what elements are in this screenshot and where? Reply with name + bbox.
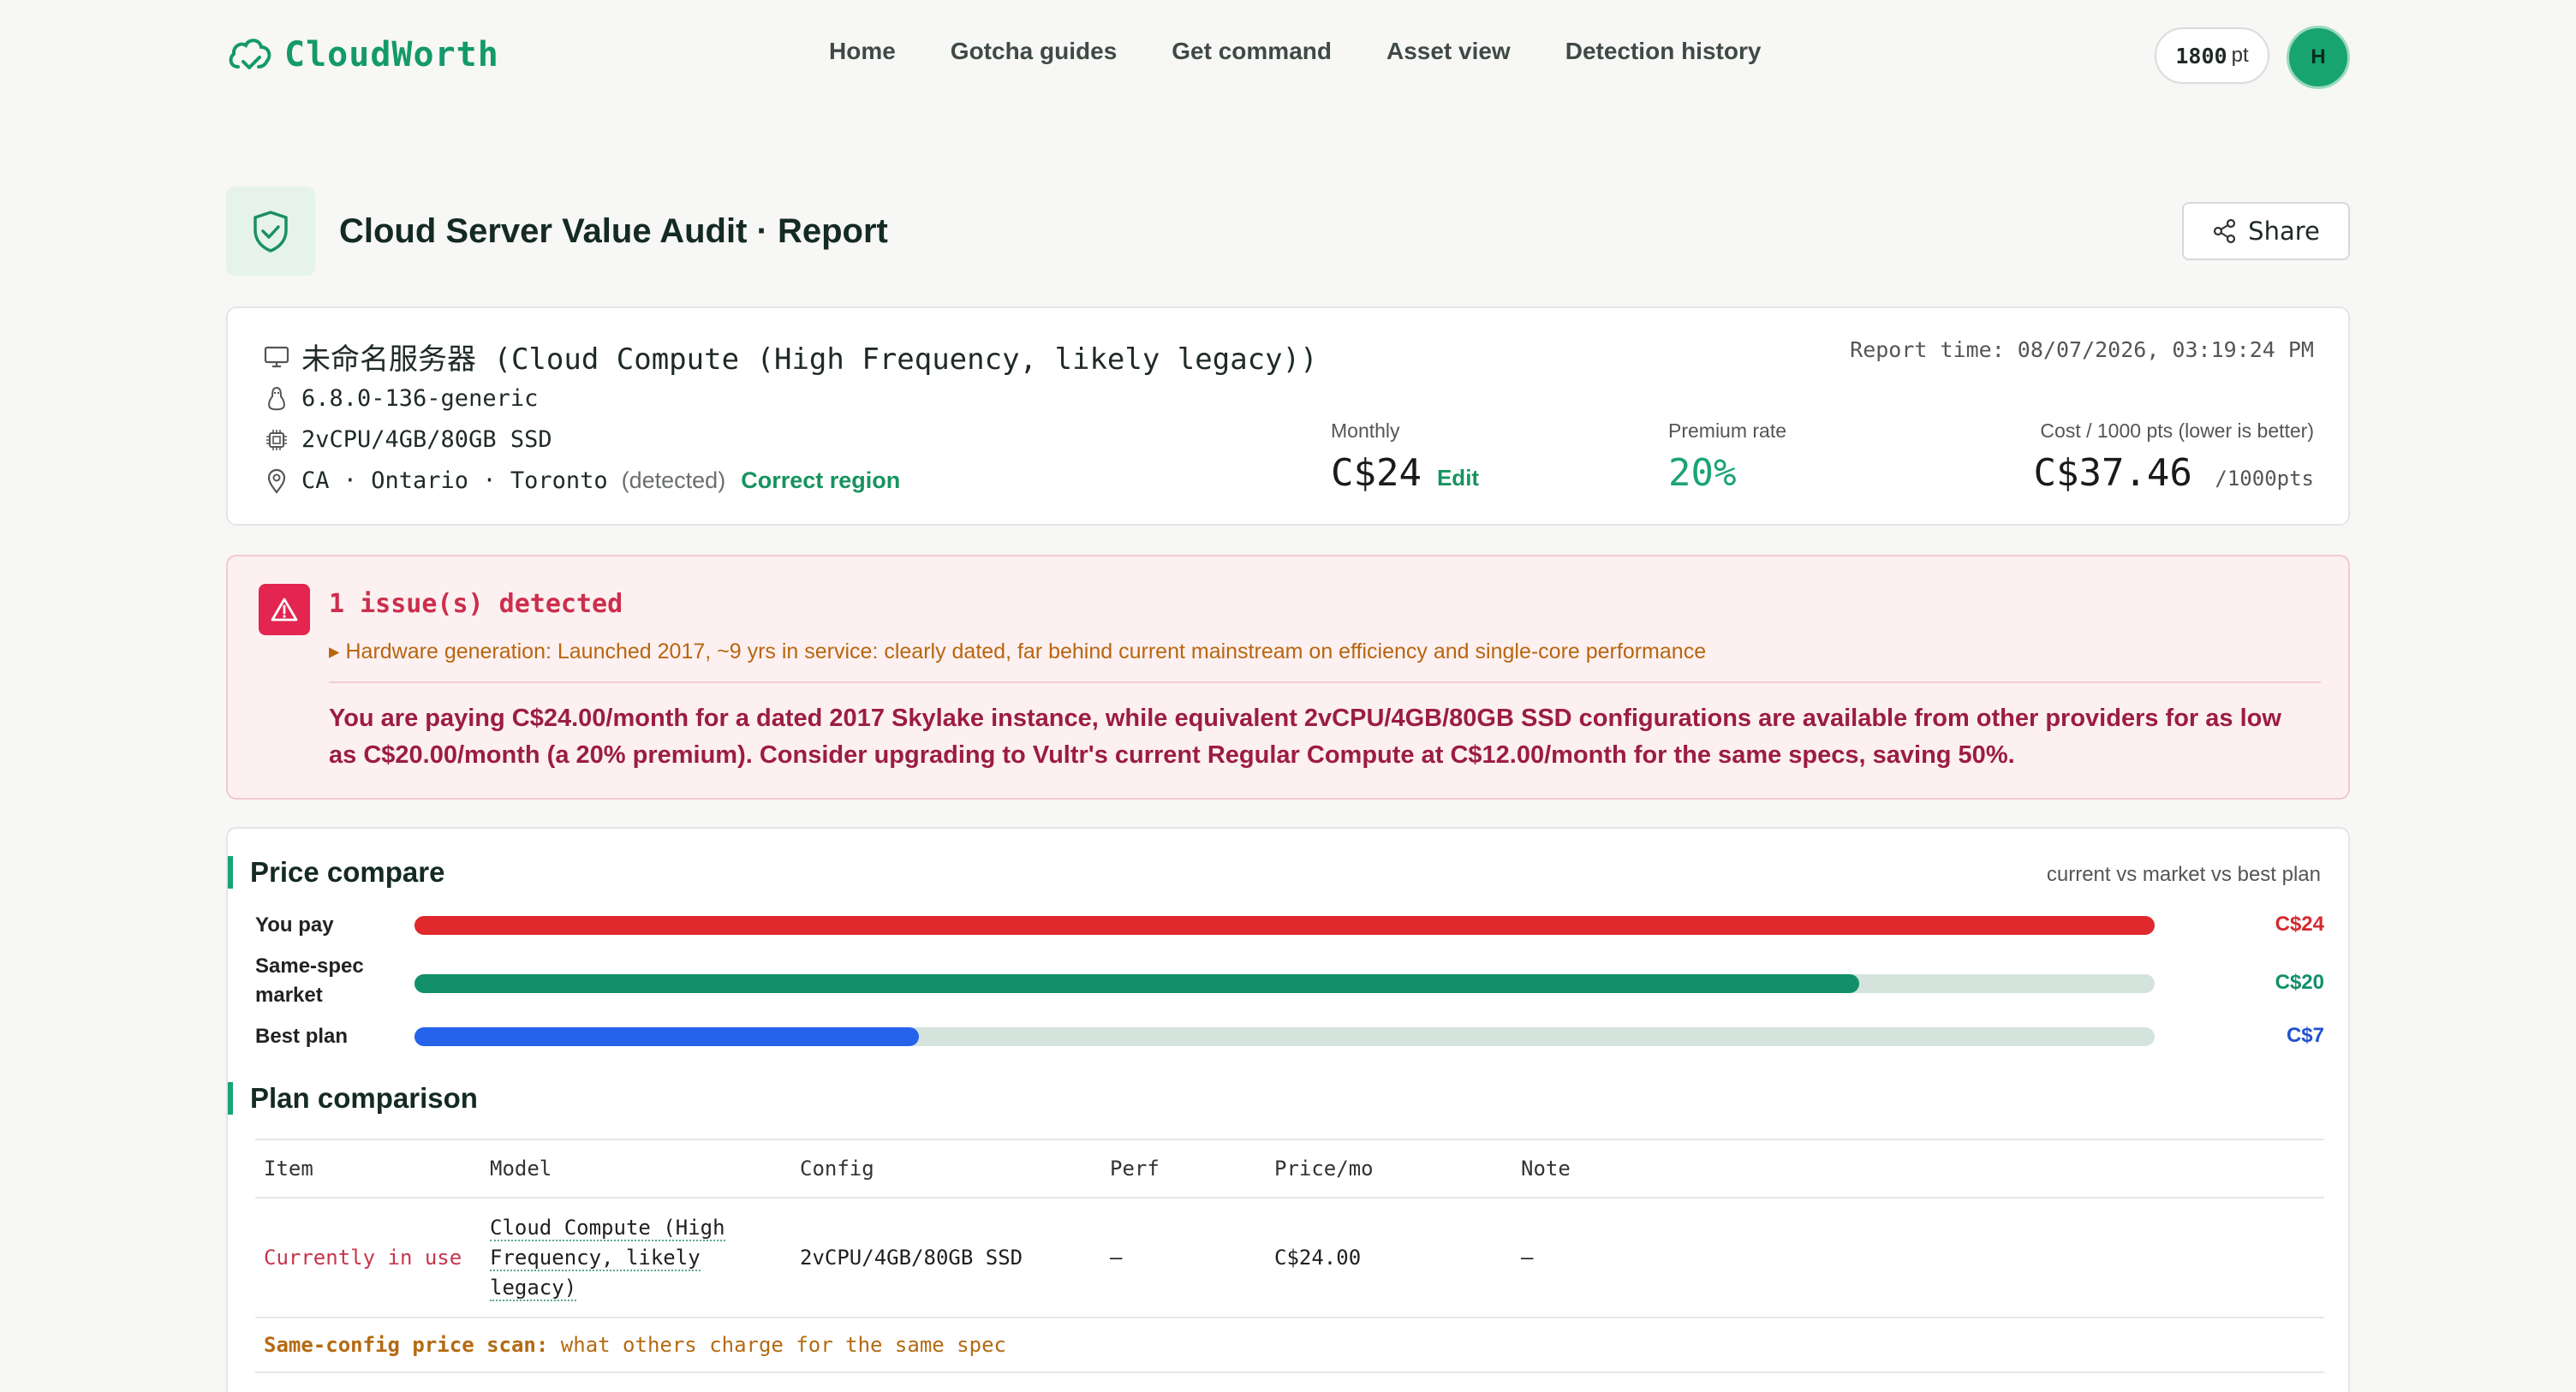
- scan-label: Same-config price scan:: [264, 1333, 549, 1357]
- col-perf: Perf: [1101, 1139, 1266, 1199]
- avatar[interactable]: H: [2287, 26, 2350, 89]
- linux-icon: [262, 386, 291, 412]
- monthly-metric: Monthly C$24 Edit: [1331, 419, 1479, 495]
- monthly-value: C$24: [1331, 451, 1422, 495]
- issues-alert: 1 issue(s) detected ▸ Hardware generatio…: [226, 555, 2350, 800]
- alert-divider: [329, 681, 2321, 683]
- region-detected-note: (detected): [621, 467, 726, 493]
- nav-get-command[interactable]: Get command: [1172, 38, 1332, 65]
- model-link[interactable]: Cloud Compute (High Frequency, likely le…: [490, 1215, 725, 1301]
- points-unit: pt: [2231, 44, 2249, 67]
- plan-comparison-title: Plan comparison: [228, 1082, 478, 1115]
- bar-fill: [414, 1027, 920, 1046]
- bar-label: You pay: [255, 913, 334, 937]
- premium-label: Premium rate: [1668, 419, 1787, 442]
- bar-value: C$7: [2286, 1024, 2324, 1047]
- nav-gotcha-guides[interactable]: Gotcha guides: [951, 38, 1117, 65]
- table-row-scan: Same-config price scan: what others char…: [255, 1318, 2324, 1373]
- scan-text: what others charge for the same spec: [560, 1333, 1006, 1357]
- bar-track: [414, 1027, 2155, 1046]
- comparison-card: Price compare current vs market vs best …: [226, 827, 2350, 1392]
- nav-asset-view[interactable]: Asset view: [1386, 38, 1511, 65]
- brand-name: CloudWorth: [284, 35, 499, 74]
- alert-title: 1 issue(s) detected: [329, 589, 623, 619]
- shield-check-icon: [253, 211, 288, 253]
- cell-perf: —: [1101, 1198, 1266, 1318]
- bar-row-market: Same-spec market C$20: [255, 952, 2324, 1020]
- kernel-version: 6.8.0-136-generic: [301, 385, 539, 412]
- main-nav: Home Gotcha guides Get command Asset vie…: [829, 38, 1816, 65]
- title-badge: [226, 187, 315, 276]
- nav-detection-history[interactable]: Detection history: [1565, 38, 1762, 65]
- correct-region-link[interactable]: Correct region: [741, 467, 900, 494]
- share-icon: [2214, 218, 2236, 244]
- cell-note: —: [1512, 1198, 2324, 1318]
- edit-price-link[interactable]: Edit: [1437, 465, 1479, 491]
- points-badge[interactable]: 1800 pt: [2155, 27, 2269, 84]
- cost-unit: /1000pts: [2215, 467, 2314, 491]
- cost-label: Cost / 1000 pts (lower is better): [2040, 419, 2314, 442]
- bar-track: [414, 974, 2155, 993]
- alert-summary: You are paying C$24.00/month for a dated…: [329, 705, 2281, 769]
- bar-row-best-plan: Best plan C$7: [255, 1022, 2324, 1056]
- premium-value: 20%: [1668, 451, 1737, 495]
- price-compare-note: current vs market vs best plan: [2046, 863, 2321, 886]
- col-price: Price/mo: [1266, 1139, 1512, 1199]
- bar-value: C$20: [2275, 971, 2324, 994]
- bar-value: C$24: [2275, 913, 2324, 936]
- cost-value: C$37.46: [2033, 451, 2192, 495]
- col-model: Model: [481, 1139, 791, 1199]
- price-compare-title: Price compare: [228, 856, 444, 889]
- cell-config: 2vCPU/4GB/80GB SSD: [791, 1198, 1101, 1318]
- page-title: Cloud Server Value Audit · Report: [339, 212, 888, 250]
- bar-label: Best plan: [255, 1025, 349, 1048]
- bar-track: [414, 916, 2155, 935]
- server-name: 未命名服务器 (Cloud Compute (High Frequency, l…: [301, 342, 1318, 377]
- cost-metric: Cost / 1000 pts (lower is better) C$37.4…: [2033, 419, 2314, 495]
- brand-logo[interactable]: CloudWorth: [226, 33, 499, 77]
- table-row-current: Currently in use Cloud Compute (High Fre…: [255, 1198, 2324, 1318]
- kernel-row: 6.8.0-136-generic: [262, 385, 538, 412]
- bar-fill: [414, 974, 1859, 993]
- col-note: Note: [1512, 1139, 2324, 1199]
- col-item: Item: [255, 1139, 481, 1199]
- premium-metric: Premium rate 20%: [1668, 419, 1786, 495]
- monthly-label: Monthly: [1331, 419, 1400, 442]
- server-card: 未命名服务器 (Cloud Compute (High Frequency, l…: [226, 306, 2350, 526]
- specs-row: 2vCPU/4GB/80GB SSD: [262, 426, 552, 453]
- cloud-check-icon: [229, 39, 271, 69]
- cell-price: C$24.00: [1266, 1198, 1512, 1318]
- top-bar: CloudWorth Home Gotcha guides Get comman…: [226, 26, 2350, 89]
- location-pin-icon: [262, 468, 291, 494]
- share-button[interactable]: Share: [2182, 202, 2350, 260]
- nav-home[interactable]: Home: [829, 38, 896, 65]
- server-name-row: 未命名服务器 (Cloud Compute (High Frequency, l…: [262, 336, 1318, 378]
- alert-detail: ▸ Hardware generation: Launched 2017, ~9…: [329, 639, 1707, 663]
- report-time: Report time: 08/07/2026, 03:19:24 PM: [1850, 337, 2314, 362]
- warning-icon: [259, 584, 310, 635]
- bar-row-you-pay: You pay C$24: [255, 911, 2324, 945]
- table-header-row: Item Model Config Perf Price/mo Note: [255, 1139, 2324, 1199]
- region-row: CA · Ontario · Toronto (detected) Correc…: [262, 467, 900, 494]
- cell-item: Currently in use: [255, 1198, 481, 1318]
- cell-model: Cloud Compute (High Frequency, likely le…: [481, 1198, 791, 1318]
- col-config: Config: [791, 1139, 1101, 1199]
- points-value: 1800: [2175, 43, 2227, 68]
- server-specs: 2vCPU/4GB/80GB SSD: [301, 426, 552, 453]
- page-header: Cloud Server Value Audit · Report Share: [226, 187, 2350, 276]
- server-region: CA · Ontario · Toronto: [301, 467, 608, 494]
- scan-cell: Same-config price scan: what others char…: [255, 1318, 2324, 1373]
- bar-fill: [414, 916, 2155, 935]
- share-label: Share: [2248, 217, 2320, 246]
- app-window: CloudWorth Home Gotcha guides Get comman…: [0, 0, 2576, 1392]
- plan-table: Item Model Config Perf Price/mo Note Cur…: [255, 1139, 2324, 1373]
- cpu-icon: [262, 428, 291, 452]
- monitor-icon: [262, 345, 291, 369]
- bar-label: Same-spec market: [255, 955, 364, 1007]
